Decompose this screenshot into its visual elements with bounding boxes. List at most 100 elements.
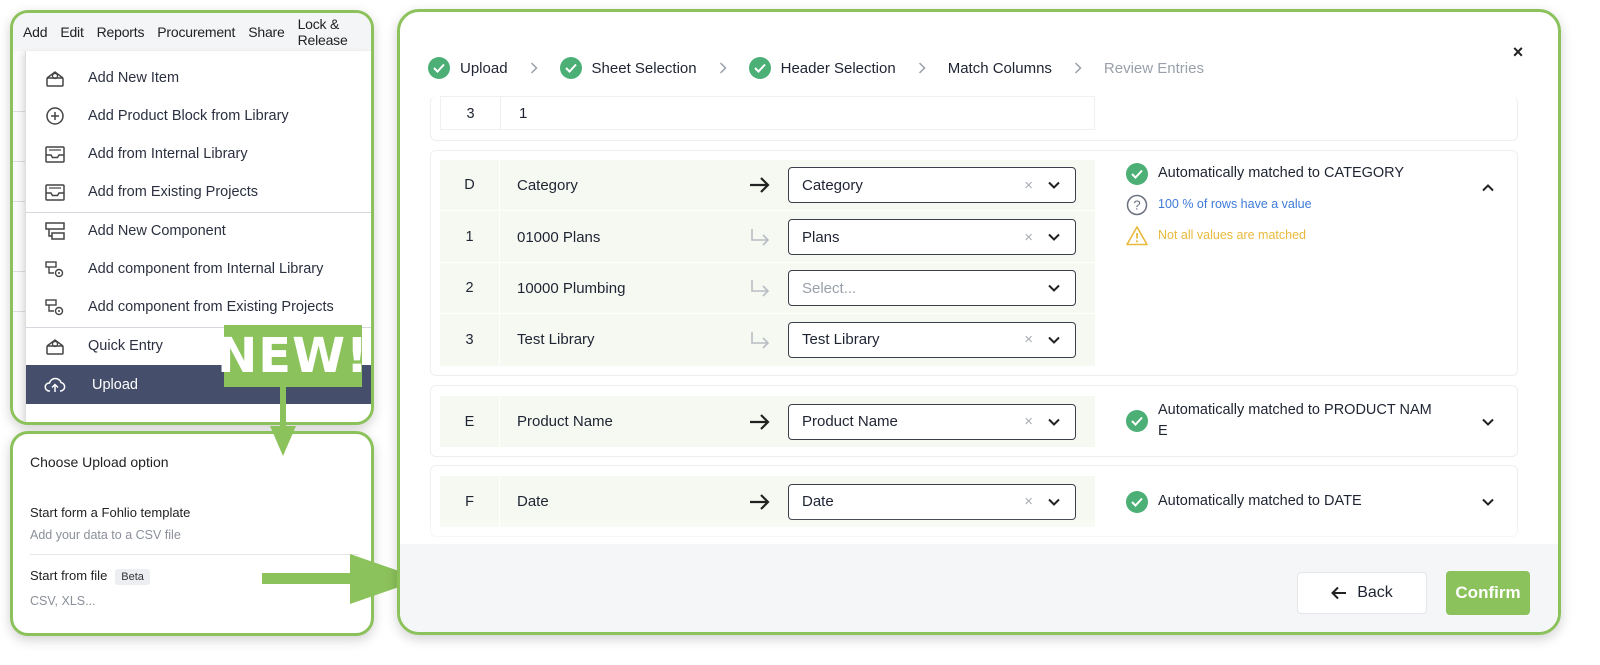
option-start-from-file-description: CSV, XLS...	[30, 594, 96, 608]
background-list-stub	[13, 51, 25, 422]
value-match-select[interactable]: Plans ×	[788, 219, 1076, 255]
inbox-icon	[42, 143, 68, 165]
select-value: Category	[802, 176, 863, 194]
box-icon	[42, 335, 68, 357]
match-status-line: E	[1158, 423, 1168, 439]
chevron-down-icon[interactable]	[1047, 335, 1061, 345]
check-circle-icon	[1126, 410, 1148, 432]
plus-circle-icon	[42, 105, 68, 127]
step-sheet-selection: Sheet Selection	[559, 57, 697, 79]
menu-item-add-component-existing-projects[interactable]: Add component from Existing Projects	[26, 288, 371, 326]
clear-icon[interactable]: ×	[1024, 331, 1033, 348]
clear-icon[interactable]: ×	[1024, 493, 1033, 510]
option-fohlio-template-description: Add your data to a CSV file	[30, 528, 181, 542]
column-header-row: E Product Name Product Name ×	[440, 396, 1095, 447]
row-value: 01000 Plans	[517, 228, 601, 246]
match-status-line: Automatically matched to PRODUCT NAM	[1158, 402, 1432, 418]
beta-badge: Beta	[115, 569, 150, 585]
match-status-text: Automatically matched to DATE	[1158, 493, 1362, 509]
option-fohlio-template[interactable]: Start form a Fohlio template	[30, 505, 190, 520]
menu-item-label: Add component from Internal Library	[88, 261, 324, 277]
chevron-down-icon[interactable]	[1481, 417, 1495, 427]
check-circle-icon	[1126, 491, 1148, 513]
menu-item-add-from-existing-projects[interactable]: Add from Existing Projects	[26, 173, 371, 211]
menu-item-add-product-block[interactable]: Add Product Block from Library	[26, 97, 371, 135]
modal-footer: Back Confirm	[400, 544, 1558, 632]
inbox-icon	[42, 181, 68, 203]
table-row: 2 10000 Plumbing Select...	[440, 263, 1095, 314]
column-match-select[interactable]: Date ×	[788, 483, 1076, 520]
menu-item-add-from-internal-library[interactable]: Add from Internal Library	[26, 135, 371, 173]
column-name: Date	[517, 493, 549, 510]
menu-item-label: Quick Entry	[88, 338, 163, 354]
step-upload: Upload	[428, 57, 508, 79]
match-status: Automatically matched to CATEGORY	[1126, 163, 1404, 185]
chevron-up-icon[interactable]	[1481, 183, 1495, 193]
menubar-lock-release[interactable]: Lock & Release	[298, 16, 358, 48]
back-button[interactable]: Back	[1297, 572, 1427, 614]
match-status: Automatically matched to DATE	[1126, 491, 1362, 513]
column-match-select[interactable]: Category ×	[788, 167, 1076, 203]
row-index: 3	[440, 314, 500, 365]
table-row: 3 1	[441, 97, 1094, 131]
arrow-left-icon	[1331, 586, 1347, 600]
value-match-select[interactable]: Select...	[788, 270, 1076, 306]
question-circle-icon: ?	[1126, 194, 1148, 216]
option-start-from-file[interactable]: Start from file Beta	[30, 568, 150, 585]
chevron-down-icon[interactable]	[1047, 417, 1061, 427]
menu-item-add-component-internal-library[interactable]: Add component from Internal Library	[26, 250, 371, 288]
select-value: Test Library	[802, 331, 880, 348]
chevron-right-icon	[530, 62, 538, 74]
svg-text:?: ?	[1133, 198, 1140, 213]
menubar-share[interactable]: Share	[248, 24, 285, 40]
menu-item-label: Add from Existing Projects	[88, 184, 259, 200]
row-value: 1	[519, 105, 528, 122]
chevron-down-icon[interactable]	[1481, 497, 1495, 507]
box-icon	[42, 67, 68, 89]
menubar-add[interactable]: Add	[23, 24, 48, 40]
menubar-procurement[interactable]: Procurement	[157, 24, 235, 40]
warning-icon	[1126, 226, 1148, 246]
component-small-icon	[42, 258, 68, 280]
menubar: Add Edit Reports Procurement Share Lock …	[13, 13, 371, 51]
chevron-down-icon[interactable]	[1047, 180, 1061, 190]
warning-text: Not all values are matched	[1158, 228, 1306, 242]
row-index: 3	[441, 97, 501, 130]
value-match-select[interactable]: Test Library ×	[788, 321, 1076, 358]
menu-item-add-new-item[interactable]: Add New Item	[26, 59, 371, 97]
menu-item-add-new-component[interactable]: Add New Component	[26, 212, 371, 250]
chevron-right-icon	[1074, 62, 1082, 74]
new-badge: NEW!	[217, 325, 368, 387]
table-row: 1 01000 Plans Plans ×	[440, 212, 1095, 263]
close-button[interactable]: ×	[1508, 42, 1528, 62]
step-header-selection: Header Selection	[748, 57, 896, 79]
row-value: 10000 Plumbing	[517, 279, 626, 297]
column-match-select[interactable]: Product Name ×	[788, 403, 1076, 440]
step-label: Upload	[460, 59, 508, 77]
check-circle-icon	[559, 57, 582, 79]
arrow-right-icon	[750, 413, 770, 430]
clear-icon[interactable]: ×	[1024, 177, 1033, 194]
down-arrow-annotation	[270, 384, 296, 456]
row-box: E Product Name Product Name ×	[440, 396, 1095, 447]
arrow-right-icon	[750, 493, 770, 510]
clear-icon[interactable]: ×	[1024, 229, 1033, 246]
column-group-product-name: E Product Name Product Name × Automatica…	[430, 385, 1518, 457]
menubar-reports[interactable]: Reports	[97, 24, 145, 40]
step-review-entries: Review Entries	[1104, 60, 1204, 77]
fill-rate-text: 100 % of rows have a value	[1158, 197, 1312, 211]
confirm-button[interactable]: Confirm	[1446, 571, 1530, 615]
match-status-text: Automatically matched to CATEGORY	[1158, 165, 1405, 181]
chevron-down-icon[interactable]	[1047, 283, 1061, 293]
menu-item-label: Add component from Existing Projects	[88, 299, 334, 315]
chevron-down-icon[interactable]	[1047, 232, 1061, 242]
check-circle-icon	[748, 57, 771, 79]
menubar-edit[interactable]: Edit	[60, 24, 84, 40]
check-circle-icon	[1126, 163, 1148, 185]
step-label: Review Entries	[1103, 59, 1204, 77]
step-label: Header Selection	[780, 59, 896, 77]
clear-icon[interactable]: ×	[1024, 413, 1033, 430]
chevron-down-icon[interactable]	[1047, 497, 1061, 507]
column-header-row: D Category Category ×	[440, 160, 1095, 211]
import-stepper: Upload Sheet Selection Header Selection …	[428, 57, 1204, 79]
